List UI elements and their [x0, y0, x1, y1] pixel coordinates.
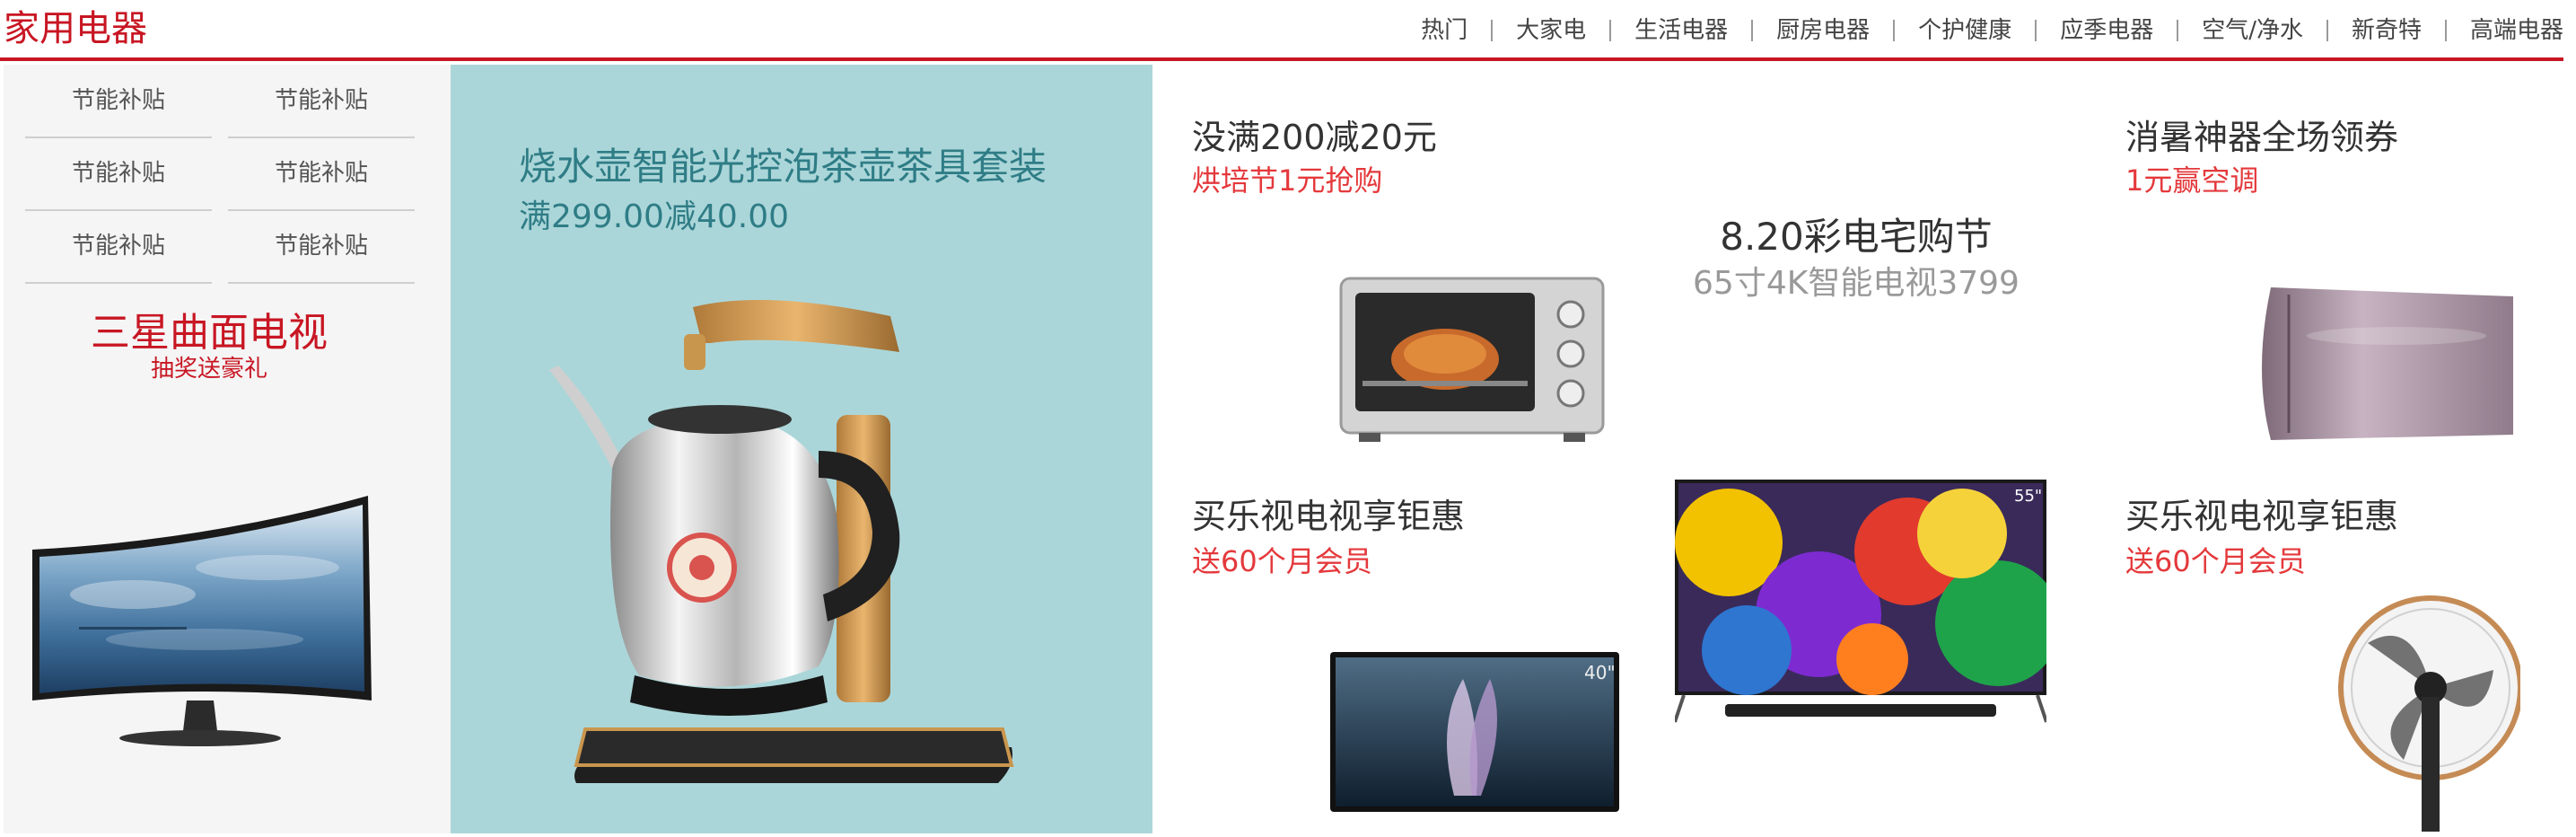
- air-conditioner-image: [2253, 282, 2513, 442]
- tile-title: 8.20彩电宅购节: [1720, 215, 1993, 259]
- tile-subtitle: 送60个月会员: [2125, 544, 2306, 578]
- ac-promo-tile[interactable]: 消暑神器全场领券 1元赢空调: [2095, 65, 2563, 451]
- nav-divider: [1751, 20, 1754, 41]
- tile-title: 买乐视电视享钜惠: [1192, 497, 1466, 536]
- letv-promo-tile[interactable]: 买乐视电视享钜惠 送60个月会员 40": [1152, 467, 1619, 833]
- tile-subtitle: 烘培节1元抢购: [1192, 163, 1383, 198]
- tile-title: 消暑神器全场领券: [2125, 118, 2399, 157]
- feature-banner[interactable]: 烧水壶智能光控泡茶壶茶具套装 满299.00减40.00: [451, 65, 1152, 833]
- nav-divider: [2326, 20, 2328, 41]
- painted-tv-tile[interactable]: 55": [1632, 467, 2081, 833]
- tile-title: 买乐视电视享钜惠: [2125, 497, 2399, 536]
- nav-item-personal-care[interactable]: 个护健康: [1918, 13, 2011, 48]
- subsidy-link-grid: 节能补贴 节能补贴 节能补贴 节能补贴 节能补贴 节能补贴: [25, 65, 415, 284]
- curved-tv-image[interactable]: [25, 415, 406, 792]
- subsidy-link[interactable]: 节能补贴: [25, 65, 212, 138]
- feature-subtitle: 满299.00减40.00: [519, 198, 790, 235]
- nav-item-kitchen-appliances[interactable]: 厨房电器: [1776, 13, 1870, 48]
- subsidy-link[interactable]: 节能补贴: [228, 65, 415, 138]
- nav-divider: [1491, 20, 1494, 41]
- tv-image: 40": [1328, 643, 1621, 819]
- nav-divider: [1893, 20, 1896, 41]
- nav-item-seasonal[interactable]: 应季电器: [2060, 13, 2153, 48]
- svg-text:40": 40": [1584, 662, 1616, 683]
- sidebar-column: 节能补贴 节能补贴 节能补贴 节能补贴 节能补贴 节能补贴 三星曲面电视 抽奖送…: [4, 65, 451, 833]
- floor-content: 节能补贴 节能补贴 节能补贴 节能补贴 节能补贴 节能补贴 三星曲面电视 抽奖送…: [4, 65, 2563, 833]
- nav-item-novelty[interactable]: 新奇特: [2352, 13, 2422, 48]
- promo-tiles: 没满200减20元 烘培节1元抢购 8.20彩电宅购节 65寸4K智能电视379…: [1152, 65, 2563, 833]
- subsidy-link[interactable]: 节能补贴: [228, 210, 415, 284]
- category-nav: 热门 大家电 生活电器 厨房电器 个护健康 应季电器 空气/净水 新奇特 高端电…: [1421, 13, 2563, 48]
- tile-subtitle: 65寸4K智能电视3799: [1693, 265, 2020, 302]
- subsidy-link[interactable]: 节能补贴: [25, 210, 212, 284]
- fan-promo-tile[interactable]: 买乐视电视享钜惠 送60个月会员: [2095, 467, 2563, 833]
- fan-image: [2314, 589, 2520, 832]
- section-header: 家用电器 热门 大家电 生活电器 厨房电器 个护健康 应季电器 空气/净水 新奇…: [0, 0, 2563, 61]
- kettle-image[interactable]: [549, 280, 1052, 819]
- nav-item-hot[interactable]: 热门: [1421, 13, 1468, 48]
- tile-subtitle: 1元赢空调: [2125, 163, 2259, 198]
- section-title: 家用电器: [4, 8, 147, 49]
- feature-title[interactable]: 烧水壶智能光控泡茶壶茶具套装: [519, 137, 1047, 191]
- nav-divider: [2177, 20, 2179, 41]
- subsidy-link[interactable]: 节能补贴: [228, 137, 415, 211]
- svg-text:55": 55": [2014, 487, 2042, 506]
- nav-divider: [2035, 20, 2037, 41]
- tv-festival-tile[interactable]: 8.20彩电宅购节 65寸4K智能电视3799: [1632, 65, 2081, 451]
- nav-item-living-appliances[interactable]: 生活电器: [1634, 13, 1728, 48]
- nav-divider: [2444, 20, 2447, 41]
- tile-subtitle: 送60个月会员: [1192, 544, 1372, 578]
- subsidy-link[interactable]: 节能补贴: [25, 137, 212, 211]
- nav-item-air-water[interactable]: 空气/净水: [2202, 13, 2303, 48]
- oven-image: [1337, 273, 1607, 444]
- sidebar-promo-subtitle[interactable]: 抽奖送豪礼: [4, 350, 415, 383]
- nav-divider: [1609, 20, 1612, 41]
- nav-item-large-appliances[interactable]: 大家电: [1516, 13, 1586, 48]
- tile-title: 没满200减20元: [1192, 118, 1437, 157]
- tv-image: 55": [1675, 480, 2046, 740]
- sidebar-promo-title[interactable]: 三星曲面电视: [4, 300, 415, 357]
- nav-item-premium[interactable]: 高端电器: [2470, 13, 2563, 48]
- oven-promo-tile[interactable]: 没满200减20元 烘培节1元抢购: [1152, 65, 1605, 451]
